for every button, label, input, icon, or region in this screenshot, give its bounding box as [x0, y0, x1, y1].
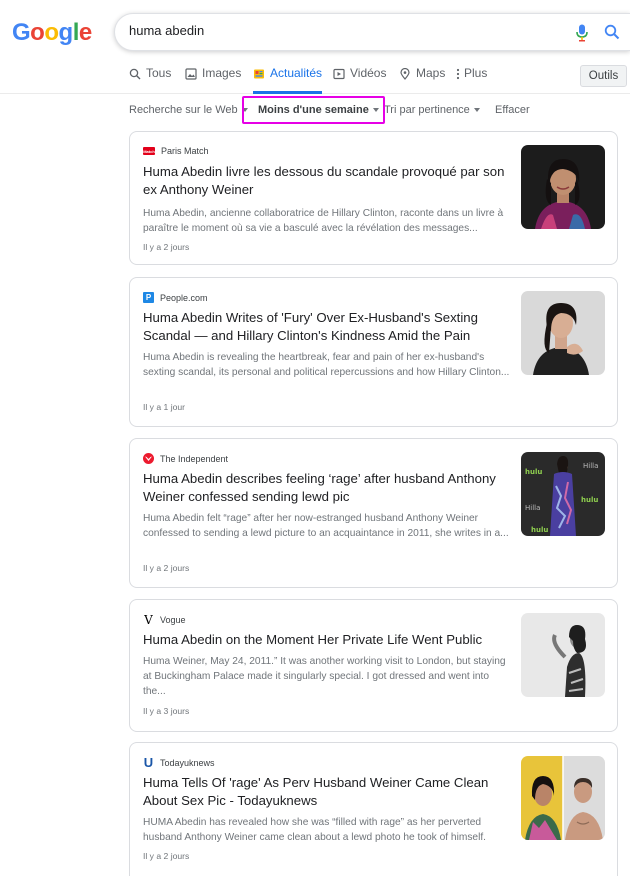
caret-down-icon	[473, 108, 480, 113]
tab-label: Images	[202, 66, 242, 80]
source-name: People.com	[160, 292, 208, 303]
more-vert-icon	[456, 68, 460, 80]
tab-actualites[interactable]: Actualités	[253, 66, 323, 94]
people-favicon-icon: P	[143, 292, 154, 303]
svg-text:Hilla: Hilla	[583, 462, 598, 470]
caret-down-icon	[241, 108, 248, 113]
tab-label: Maps	[416, 66, 446, 80]
todayuknews-favicon-icon: U	[143, 755, 154, 770]
news-date: Il y a 2 jours	[143, 851, 190, 861]
map-pin-icon	[400, 68, 410, 80]
microphone-icon[interactable]	[575, 24, 589, 42]
news-card[interactable]: The Independent Huma Abedin describes fe…	[129, 438, 618, 588]
tab-label: Plus	[464, 66, 488, 80]
tab-label: Tous	[146, 66, 172, 80]
search-icon	[129, 68, 141, 80]
independent-eagle-icon	[143, 453, 154, 464]
video-icon	[333, 68, 345, 80]
news-snippet: Huma Abedin felt “rage” after her now-es…	[143, 513, 509, 539]
source-name: The Independent	[160, 453, 229, 464]
search-tabs: Tous Images Actualités Vidéos Maps Plus …	[0, 58, 630, 94]
woman-portrait-image	[521, 291, 605, 375]
news-title[interactable]: Huma Abedin describes feeling ‘rage’ aft…	[143, 470, 511, 506]
tab-plus[interactable]: Plus	[456, 66, 487, 94]
news-icon	[254, 69, 264, 79]
news-title[interactable]: Huma Abedin Writes of 'Fury' Over Ex-Hus…	[143, 309, 511, 345]
news-source: P People.com	[143, 292, 208, 303]
filter-label: Tri par pertinence	[384, 104, 470, 116]
source-name: Paris Match	[161, 146, 209, 156]
tab-maps[interactable]: Maps	[399, 66, 445, 94]
news-date: Il y a 2 jours	[143, 563, 190, 573]
news-snippet: Huma Abedin is revealing the heartbreak,…	[143, 352, 510, 378]
news-source: The Independent	[143, 453, 228, 464]
google-logo[interactable]: Google	[12, 19, 92, 47]
split-portrait-image	[521, 756, 605, 840]
tab-label: Actualités	[270, 66, 323, 80]
svg-text:hulu: hulu	[531, 526, 548, 534]
filter-web-dropdown[interactable]: Recherche sur le Web	[129, 104, 248, 116]
search-box[interactable]	[114, 13, 630, 51]
news-thumbnail[interactable]	[521, 613, 605, 697]
news-title[interactable]: Huma Abedin on the Moment Her Private Li…	[143, 631, 511, 649]
tab-label: Vidéos	[350, 66, 387, 80]
paris-match-favicon-icon: Match	[143, 147, 155, 155]
search-icon[interactable]	[604, 24, 620, 40]
svg-text:hulu: hulu	[581, 496, 598, 504]
black-white-portrait-image	[521, 613, 605, 697]
filter-label: Moins d'une semaine	[258, 104, 369, 116]
news-card[interactable]: Match Paris Match Huma Abedin livre les …	[129, 131, 618, 265]
tab-images[interactable]: Images	[185, 66, 241, 94]
news-thumbnail[interactable]: hulu Hilla Hilla hulu hulu	[521, 452, 605, 536]
caret-down-icon	[372, 108, 379, 113]
source-name: Vogue	[160, 614, 186, 625]
source-name: Todayuknews	[160, 757, 215, 768]
news-title[interactable]: Huma Abedin livre les dessous du scandal…	[143, 163, 511, 199]
news-source: V Vogue	[143, 612, 186, 627]
news-date: Il y a 3 jours	[143, 706, 190, 716]
logo-letter: e	[78, 19, 92, 46]
news-thumbnail[interactable]	[521, 756, 605, 840]
news-snippet: HUMA Abedin has revealed how she was “fi…	[143, 817, 487, 843]
logo-letter: G	[12, 19, 31, 46]
news-card[interactable]: P People.com Huma Abedin Writes of 'Fury…	[129, 277, 618, 427]
tab-videos[interactable]: Vidéos	[333, 66, 386, 94]
vogue-favicon-icon: V	[144, 612, 153, 627]
news-source: U Todayuknews	[143, 755, 215, 770]
logo-letter: g	[58, 19, 74, 46]
news-snippet: Huma Abedin, ancienne collaboratrice de …	[143, 208, 504, 234]
woman-portrait-image	[521, 145, 605, 229]
image-icon	[185, 68, 197, 80]
news-card[interactable]: U Todayuknews Huma Tells Of 'rage' As Pe…	[129, 742, 618, 876]
search-input[interactable]	[129, 23, 549, 38]
clear-filters-link[interactable]: Effacer	[495, 104, 530, 116]
news-title[interactable]: Huma Tells Of 'rage' As Perv Husband Wei…	[143, 774, 511, 810]
filter-time-dropdown[interactable]: Moins d'une semaine	[258, 104, 379, 116]
filter-sort-dropdown[interactable]: Tri par pertinence	[384, 104, 480, 116]
news-thumbnail[interactable]	[521, 291, 605, 375]
news-thumbnail[interactable]	[521, 145, 605, 229]
tools-button[interactable]: Outils	[580, 65, 627, 87]
filter-label: Recherche sur le Web	[129, 104, 238, 116]
news-date: Il y a 1 jour	[143, 402, 186, 412]
svg-text:hulu: hulu	[525, 468, 542, 476]
tab-tous[interactable]: Tous	[129, 66, 171, 94]
logo-letter: o	[30, 19, 45, 46]
filter-bar: Recherche sur le Web Moins d'une semaine…	[0, 96, 630, 126]
red-carpet-photo-image: hulu Hilla Hilla hulu hulu	[521, 452, 605, 536]
logo-letter: o	[44, 19, 59, 46]
news-date: Il y a 2 jours	[143, 242, 190, 252]
news-card[interactable]: V Vogue Huma Abedin on the Moment Her Pr…	[129, 599, 618, 732]
news-source: Match Paris Match	[143, 146, 209, 156]
news-snippet: Huma Weiner, May 24, 2011.” It was anoth…	[143, 656, 506, 697]
svg-text:Hilla: Hilla	[525, 504, 540, 512]
